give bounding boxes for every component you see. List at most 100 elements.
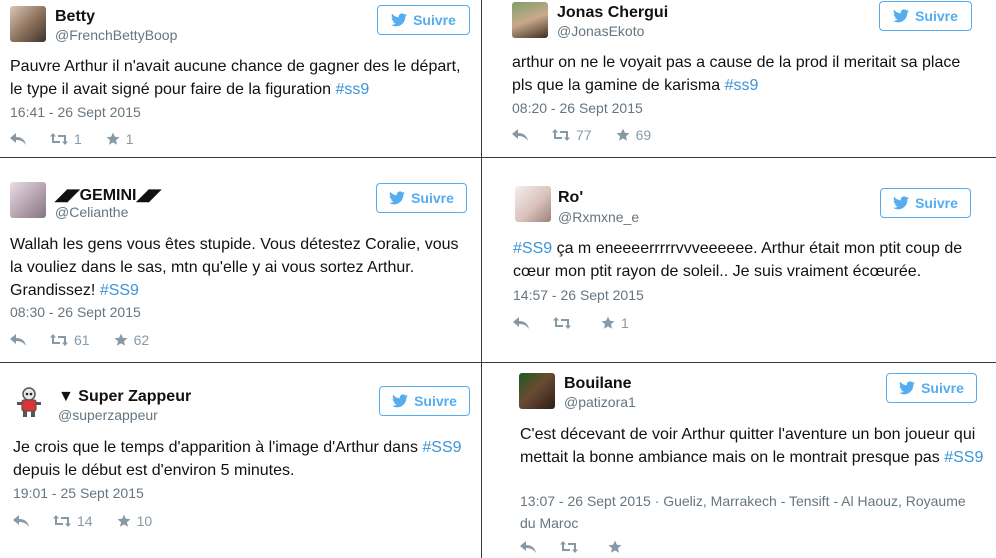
favorite-button[interactable]: 1 xyxy=(601,315,629,331)
author-name[interactable]: Jonas Chergui xyxy=(557,4,668,22)
favorite-count: 10 xyxy=(136,513,153,529)
star-icon xyxy=(608,540,622,553)
retweet-count: 77 xyxy=(576,127,592,143)
reply-button[interactable] xyxy=(13,515,29,527)
favorite-count: 62 xyxy=(133,332,150,348)
tweet-timestamp[interactable]: 19:01 - 25 Sept 2015 xyxy=(13,482,144,504)
hashtag-link[interactable]: #SS9 xyxy=(513,240,552,257)
author-name[interactable]: ◢◤GEMINI◢◤ xyxy=(55,185,161,205)
robot-mascot-icon xyxy=(17,387,41,417)
retweet-button[interactable]: 61 xyxy=(50,332,90,348)
favorite-count: 1 xyxy=(125,131,134,147)
retweet-button[interactable] xyxy=(553,317,577,329)
reply-button[interactable] xyxy=(513,317,529,329)
reply-icon xyxy=(10,334,26,346)
tweet-text: Wallah les gens vous êtes stupide. Vous … xyxy=(10,236,459,299)
reply-button[interactable] xyxy=(10,133,26,145)
avatar[interactable] xyxy=(519,373,555,409)
hashtag-link[interactable]: #ss9 xyxy=(725,77,759,94)
follow-label: Suivre xyxy=(414,393,457,409)
retweet-count: 14 xyxy=(77,513,93,529)
star-icon xyxy=(114,333,127,346)
tweet-text: C'est décevant de voir Arthur quitter l'… xyxy=(520,426,984,466)
favorite-button[interactable]: 69 xyxy=(616,127,651,143)
reply-icon xyxy=(10,133,26,145)
reply-icon xyxy=(513,317,529,329)
follow-label: Suivre xyxy=(915,195,958,211)
tweet-timestamp[interactable]: 14:57 - 26 Sept 2015 xyxy=(513,284,644,306)
author-handle[interactable]: @JonasEkoto xyxy=(557,23,644,39)
author-name[interactable]: Betty xyxy=(55,8,95,26)
tweet-actions: 61 62 xyxy=(10,332,173,348)
follow-button[interactable]: Suivre xyxy=(880,188,971,218)
favorite-button[interactable]: 1 xyxy=(106,131,134,147)
tweet-text: Pauvre Arthur il n'avait aucune chance d… xyxy=(10,58,461,98)
hashtag-link[interactable]: #SS9 xyxy=(100,282,139,299)
avatar[interactable] xyxy=(10,6,46,42)
follow-label: Suivre xyxy=(915,8,958,24)
tweet-card: ◢◤GEMINI◢◤ @Celianthe Suivre Wallah les … xyxy=(0,158,481,362)
follow-button[interactable]: Suivre xyxy=(879,1,972,31)
hashtag-link[interactable]: #SS9 xyxy=(944,449,983,466)
tweet-actions: 14 10 xyxy=(13,513,176,529)
reply-button[interactable] xyxy=(512,129,528,141)
favorite-button[interactable]: 10 xyxy=(117,513,153,529)
retweet-icon xyxy=(560,541,578,553)
reply-icon xyxy=(512,129,528,141)
retweet-button[interactable] xyxy=(560,541,584,553)
follow-button[interactable]: Suivre xyxy=(377,5,470,35)
reply-icon xyxy=(13,515,29,527)
favorite-button[interactable] xyxy=(608,540,628,554)
follow-label: Suivre xyxy=(921,380,964,396)
tweet-text: arthur on ne le voyait pas a cause de la… xyxy=(512,54,961,94)
hashtag-link[interactable]: #SS9 xyxy=(422,439,461,456)
tweet-card: Jonas Chergui @JonasEkoto Suivre arthur … xyxy=(482,0,996,157)
avatar[interactable] xyxy=(515,186,551,222)
star-icon xyxy=(117,514,130,527)
follow-button[interactable]: Suivre xyxy=(376,183,467,213)
retweet-icon xyxy=(552,129,570,141)
follow-label: Suivre xyxy=(411,190,454,206)
retweet-icon xyxy=(53,515,71,527)
retweet-count: 61 xyxy=(74,332,90,348)
twitter-bird-icon xyxy=(893,196,910,210)
avatar[interactable] xyxy=(11,384,47,420)
retweet-icon xyxy=(50,133,68,145)
retweet-button[interactable]: 1 xyxy=(50,131,82,147)
author-handle[interactable]: @Celianthe xyxy=(55,204,128,220)
tweet-timestamp[interactable]: 13:07 - 26 Sept 2015 xyxy=(520,493,651,509)
favorite-count: 1 xyxy=(621,315,629,331)
reply-button[interactable] xyxy=(10,334,26,346)
tweet-timestamp[interactable]: 08:30 - 26 Sept 2015 xyxy=(10,301,141,323)
author-handle[interactable]: @patizora1 xyxy=(564,394,636,410)
retweet-button[interactable]: 77 xyxy=(552,127,592,143)
follow-label: Suivre xyxy=(413,12,456,28)
tweet-timestamp[interactable]: 08:20 - 26 Sept 2015 xyxy=(512,97,643,119)
twitter-bird-icon xyxy=(893,9,910,23)
author-handle[interactable]: @superzappeur xyxy=(58,407,158,423)
author-handle[interactable]: @Rxmxne_e xyxy=(558,209,639,225)
follow-button[interactable]: Suivre xyxy=(886,373,977,403)
retweet-icon xyxy=(50,334,68,346)
twitter-bird-icon xyxy=(392,394,409,408)
tweet-meta: 13:07 - 26 Sept 2015 · Gueliz, Marrakech… xyxy=(520,490,985,534)
hashtag-link[interactable]: #ss9 xyxy=(336,81,370,98)
tweet-card: Ro' @Rxmxne_e Suivre #SS9 ça m eneeeerrr… xyxy=(482,158,996,362)
favorite-button[interactable]: 62 xyxy=(114,332,150,348)
follow-button[interactable]: Suivre xyxy=(379,386,470,416)
tweet-timestamp[interactable]: 16:41 - 26 Sept 2015 xyxy=(10,101,141,123)
tweet-card: Betty @FrenchBettyBoop Suivre Pauvre Art… xyxy=(0,0,481,157)
retweet-count: 1 xyxy=(74,131,82,147)
avatar[interactable] xyxy=(512,2,548,38)
star-icon xyxy=(601,316,615,329)
tweet-card: Bouilane @patizora1 Suivre C'est décevan… xyxy=(482,363,996,558)
retweet-button[interactable]: 14 xyxy=(53,513,93,529)
retweet-icon xyxy=(553,317,571,329)
author-name[interactable]: Bouilane xyxy=(564,375,632,393)
author-name[interactable]: ▼ Super Zappeur xyxy=(58,388,191,406)
avatar[interactable] xyxy=(10,182,46,218)
tweet-card: ▼ Super Zappeur @superzappeur Suivre Je … xyxy=(0,363,481,558)
author-handle[interactable]: @FrenchBettyBoop xyxy=(55,27,177,43)
reply-button[interactable] xyxy=(520,541,536,553)
author-name[interactable]: Ro' xyxy=(558,189,583,207)
